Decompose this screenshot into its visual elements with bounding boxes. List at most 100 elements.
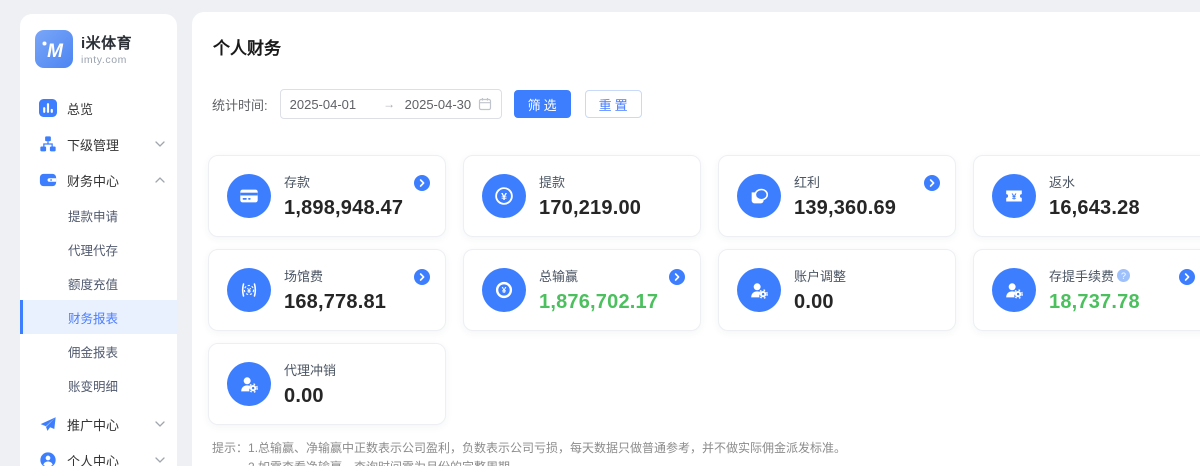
user-gear-icon (737, 268, 781, 312)
chevron-down-icon (155, 141, 165, 147)
yen-circle-icon: ¥ (482, 174, 526, 218)
stat-card-withdrawal[interactable]: ¥ 提款 170,219.00 (463, 155, 701, 237)
stat-card-agent-writeoff[interactable]: 代理冲销 0.00 (208, 343, 446, 425)
end-date-value[interactable]: 2025-04-30 (405, 97, 478, 112)
stat-value: 1,898,948.47 (284, 197, 403, 220)
stat-card-venue-fee[interactable]: ¥ 场馆费 168,778.81 (208, 249, 446, 331)
stat-label-text: 存提手续费 (1049, 266, 1114, 285)
sidebar-item-personal-center[interactable]: 个人中心 (20, 442, 177, 466)
stat-label: 存款 (284, 172, 403, 191)
user-icon (39, 451, 57, 466)
date-range-label: 统计时间: (212, 95, 268, 114)
paper-plane-icon (39, 415, 57, 433)
stat-value: 18,737.78 (1049, 291, 1140, 314)
credit-card-icon (227, 174, 271, 218)
sidebar-subitem-financial-report[interactable]: 财务报表 (20, 300, 177, 334)
svg-text:¥: ¥ (1012, 191, 1017, 201)
brand-logo[interactable]: M i米体育 imty.com (20, 14, 177, 80)
chevron-down-icon (155, 457, 165, 463)
sidebar-subitem-label: 代理代存 (68, 240, 118, 259)
arrow-right-badge[interactable] (924, 175, 940, 191)
sidebar-subitem-label: 提款申请 (68, 206, 118, 225)
sidebar-subitem-agent-deposit[interactable]: 代理代存 (20, 232, 177, 266)
sidebar-subitem-label: 佣金报表 (68, 342, 118, 361)
svg-text:¥: ¥ (502, 286, 507, 295)
org-chart-icon (39, 135, 57, 153)
stat-card-bonus[interactable]: 红利 139,360.69 (718, 155, 956, 237)
sidebar-subitem-credit-recharge[interactable]: 额度充值 (20, 266, 177, 300)
page-title: 个人财务 (213, 34, 1200, 59)
date-range-separator: → (374, 97, 405, 111)
sidebar-item-label: 推广中心 (67, 415, 119, 434)
stat-value: 16,643.28 (1049, 197, 1140, 220)
stat-card-total-winloss[interactable]: ¥ 总输赢 1,876,702.17 (463, 249, 701, 331)
filter-bar: 统计时间: 2025-04-01 → 2025-04-30 筛选 重置 (212, 89, 1200, 119)
wallet-icon (39, 171, 57, 189)
user-gear-icon (992, 268, 1036, 312)
brand-domain: imty.com (81, 54, 132, 66)
stat-value: 168,778.81 (284, 291, 386, 314)
sidebar-subitem-commission-report[interactable]: 佣金报表 (20, 334, 177, 368)
stat-label: 总输赢 (539, 266, 658, 285)
stat-label: 代理冲销 (284, 360, 336, 379)
sidebar-item-label: 总览 (67, 99, 93, 118)
svg-text:M: M (47, 41, 64, 62)
user-gear-icon (227, 362, 271, 406)
svg-text:¥: ¥ (501, 191, 507, 203)
stat-value: 170,219.00 (539, 197, 641, 220)
arrow-right-badge[interactable] (1179, 269, 1195, 285)
stat-value: 1,876,702.17 (539, 291, 658, 314)
chevron-down-icon (155, 421, 165, 427)
sidebar-subitem-label: 财务报表 (68, 308, 118, 327)
stat-card-rebate[interactable]: ¥ 返水 16,643.28 (973, 155, 1200, 237)
ticket-yen-icon: ¥ (992, 174, 1036, 218)
stat-card-transaction-fee[interactable]: 存提手续费 ? 18,737.78 (973, 249, 1200, 331)
start-date-value[interactable]: 2025-04-01 (290, 97, 374, 112)
sidebar-item-overview[interactable]: 总览 (20, 90, 177, 126)
stat-label: 账户调整 (794, 266, 846, 285)
chevron-up-icon (155, 177, 165, 183)
stat-label: 红利 (794, 172, 896, 191)
sidebar-item-label: 下级管理 (67, 135, 119, 154)
sidebar: M i米体育 imty.com 总览 下级管理 (20, 14, 177, 466)
stat-card-account-adjustment[interactable]: 账户调整 0.00 (718, 249, 956, 331)
main-panel: 个人财务 统计时间: 2025-04-01 → 2025-04-30 筛选 重置… (192, 12, 1200, 466)
sidebar-nav: 总览 下级管理 财务中心 提款申请 代理代存 额度 (20, 90, 177, 466)
stat-label: 存提手续费 ? (1049, 266, 1140, 285)
sidebar-item-subordinate-management[interactable]: 下级管理 (20, 126, 177, 162)
yen-coin-icon: ¥ (482, 268, 526, 312)
sidebar-subitem-label: 账变明细 (68, 376, 118, 395)
sidebar-item-promotion-center[interactable]: 推广中心 (20, 406, 177, 442)
note-line: 2.如需查看净输赢，查询时间需为月份的完整周期。 (248, 458, 870, 466)
sidebar-subitem-withdrawal-application[interactable]: 提款申请 (20, 198, 177, 232)
arrow-right-badge[interactable] (414, 175, 430, 191)
sidebar-subitem-label: 额度充值 (68, 274, 118, 293)
sidebar-subitem-account-change-detail[interactable]: 账变明细 (20, 368, 177, 402)
date-range-input[interactable]: 2025-04-01 → 2025-04-30 (280, 89, 502, 119)
stat-label: 场馆费 (284, 266, 386, 285)
note-line: 1.总输赢、净输赢中正数表示公司盈利，负数表示公司亏损，每天数据只做普通参考，并… (248, 439, 870, 458)
reset-button[interactable]: 重置 (585, 90, 642, 118)
sidebar-item-label: 个人中心 (67, 451, 119, 466)
calendar-icon[interactable] (478, 97, 492, 111)
notes-prefix: 提示： (212, 439, 248, 466)
stat-card-deposit[interactable]: 存款 1,898,948.47 (208, 155, 446, 237)
stat-label: 提款 (539, 172, 641, 191)
sidebar-item-finance-center[interactable]: 财务中心 (20, 162, 177, 198)
stat-value: 0.00 (794, 291, 846, 314)
scan-yen-icon: ¥ (227, 268, 271, 312)
stat-value: 139,360.69 (794, 197, 896, 220)
arrow-right-badge[interactable] (669, 269, 685, 285)
footer-notes: 提示： 1.总输赢、净输赢中正数表示公司盈利，负数表示公司亏损，每天数据只做普通… (212, 439, 1200, 466)
bar-chart-icon (39, 99, 57, 117)
stat-label: 返水 (1049, 172, 1140, 191)
help-icon[interactable]: ? (1117, 269, 1130, 282)
sidebar-item-label: 财务中心 (67, 171, 119, 190)
stat-cards-grid: 存款 1,898,948.47 ¥ 提款 170,219.00 红利 139,3… (208, 155, 1200, 425)
filter-button[interactable]: 筛选 (514, 90, 571, 118)
stat-value: 0.00 (284, 385, 336, 408)
coins-icon (737, 174, 781, 218)
brand-name: i米体育 (81, 32, 132, 53)
arrow-right-badge[interactable] (414, 269, 430, 285)
brand-logo-icon: M (35, 30, 73, 68)
